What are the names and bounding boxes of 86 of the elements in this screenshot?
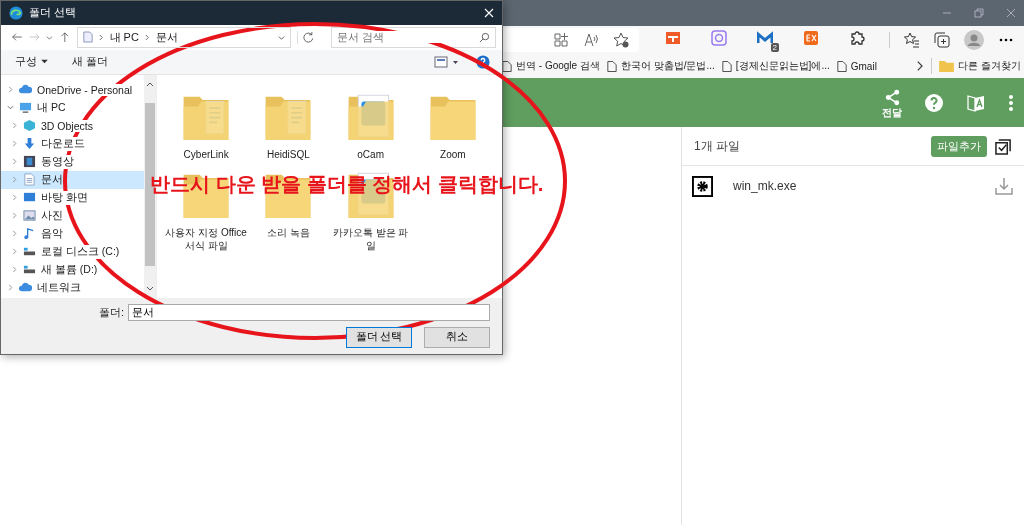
document-icon	[23, 173, 36, 186]
select-all-icon[interactable]	[995, 137, 1012, 155]
picture-icon	[23, 209, 36, 222]
organize-menu[interactable]: 구성	[15, 54, 37, 70]
download-icon[interactable]	[994, 176, 1014, 196]
nav-tree-item[interactable]: 음악	[1, 224, 144, 243]
bookmark-link[interactable]: 번역 - Google 검색	[502, 59, 600, 73]
collections-icon[interactable]	[934, 32, 950, 48]
help-icon[interactable]	[924, 92, 944, 113]
search-field[interactable]: 문서 검색	[331, 26, 496, 48]
bookmark-link[interactable]: 한국어 맞춤법/문법...	[606, 59, 715, 73]
bookmark-link[interactable]: Gmail	[836, 59, 877, 73]
drive-icon	[23, 245, 36, 258]
folder-name[interactable]: Zoom	[411, 148, 494, 161]
cube-icon	[23, 119, 36, 132]
music-icon	[23, 227, 36, 240]
cloud-icon	[19, 83, 32, 96]
page-icon	[502, 59, 512, 73]
select-folder-button[interactable]: 폴더 선택	[346, 327, 412, 348]
nav-tree-item[interactable]: 바탕 화면	[1, 188, 144, 207]
browser-logo-icon	[9, 5, 23, 20]
breadcrumb-item[interactable]: 내 PC	[109, 29, 139, 45]
favorites-icon[interactable]	[904, 32, 920, 48]
recent-dropdown-icon[interactable]	[46, 33, 53, 41]
extension-icon[interactable]	[849, 30, 865, 46]
chevron-down-icon[interactable]	[7, 104, 14, 111]
refresh-icon[interactable]	[297, 30, 315, 44]
chevron-right-icon[interactable]	[915, 60, 925, 72]
drive-icon	[23, 263, 36, 276]
gear-file-icon	[692, 175, 713, 197]
file-count: 1개 파일	[694, 137, 740, 155]
folder-name[interactable]: CyberLink	[165, 148, 248, 161]
page-icon	[721, 59, 732, 73]
new-folder-button[interactable]: 새 폴더	[72, 54, 109, 70]
nav-tree-item[interactable]: 새 볼륨 (D:)	[1, 260, 144, 279]
chevron-right-icon	[98, 33, 104, 41]
help-icon[interactable]	[476, 54, 490, 69]
download-icon	[23, 137, 36, 150]
video-icon	[23, 155, 36, 168]
folder-name[interactable]: 사용자 지정 Office 서식 파일	[165, 227, 248, 252]
scroll-down-icon[interactable]	[146, 286, 154, 292]
nav-tree-item[interactable]: 다운로드	[1, 134, 144, 153]
favorite-add-icon[interactable]	[613, 32, 629, 48]
network-icon	[19, 281, 32, 294]
dropdown-caret-icon[interactable]	[278, 33, 286, 41]
up-arrow-icon[interactable]	[58, 31, 71, 44]
app-grid-icon[interactable]	[553, 32, 569, 48]
view-options-icon[interactable]	[434, 55, 460, 68]
nav-tree-item[interactable]: 사진	[1, 206, 144, 225]
nav-tree-item[interactable]: 동영상	[1, 152, 144, 171]
desktop-icon	[23, 191, 36, 204]
more-vertical-icon[interactable]	[1008, 92, 1014, 113]
folder-name[interactable]: HeidiSQL	[247, 148, 330, 161]
folder-name[interactable]: 소리 녹음	[247, 227, 330, 240]
breadcrumb-item[interactable]: 문서	[155, 29, 178, 45]
cancel-button[interactable]: 취소	[424, 327, 490, 348]
page-icon	[836, 59, 847, 73]
bookmark-link[interactable]: [경제신문읽는법]에...	[721, 59, 830, 73]
folder-name[interactable]: 카카오톡 받은 파일	[329, 227, 412, 252]
restore-icon[interactable]	[974, 8, 984, 18]
scroll-up-icon[interactable]	[146, 80, 154, 87]
nav-tree-item[interactable]: 문서	[1, 170, 144, 189]
folder-name-field[interactable]: 문서	[128, 304, 490, 321]
folder-name[interactable]: oCam	[329, 148, 412, 161]
read-aloud-icon[interactable]	[583, 32, 599, 48]
chevron-right-icon	[144, 33, 150, 41]
nav-tree-item[interactable]: OneDrive - Personal	[1, 80, 144, 99]
document-icon	[82, 31, 93, 44]
search-icon[interactable]	[479, 31, 490, 43]
page-icon	[606, 59, 617, 73]
nav-tree-item[interactable]: 내 PC	[1, 98, 144, 117]
nav-tree-item[interactable]: 네트워크	[1, 278, 144, 297]
profile-avatar[interactable]	[964, 30, 984, 50]
folder-label: 폴더:	[99, 305, 125, 320]
nav-tree-item[interactable]: 3D Objects	[1, 116, 144, 135]
nav-tree-item[interactable]: 로컬 디스크 (C:)	[1, 242, 144, 261]
address-field[interactable]: 내 PC 문서	[76, 26, 292, 48]
other-favorites-link[interactable]: 다른 즐겨찾기	[939, 59, 1021, 73]
back-arrow-icon[interactable]	[11, 31, 23, 44]
pc-icon	[19, 101, 32, 114]
extension-badge: 2	[770, 43, 779, 52]
dialog-title: 폴더 선택	[29, 5, 77, 21]
caret-down-icon[interactable]	[41, 59, 48, 65]
file-name: win_mk.exe	[733, 179, 797, 193]
translate-icon[interactable]	[966, 92, 986, 113]
folder-icon	[939, 60, 955, 72]
